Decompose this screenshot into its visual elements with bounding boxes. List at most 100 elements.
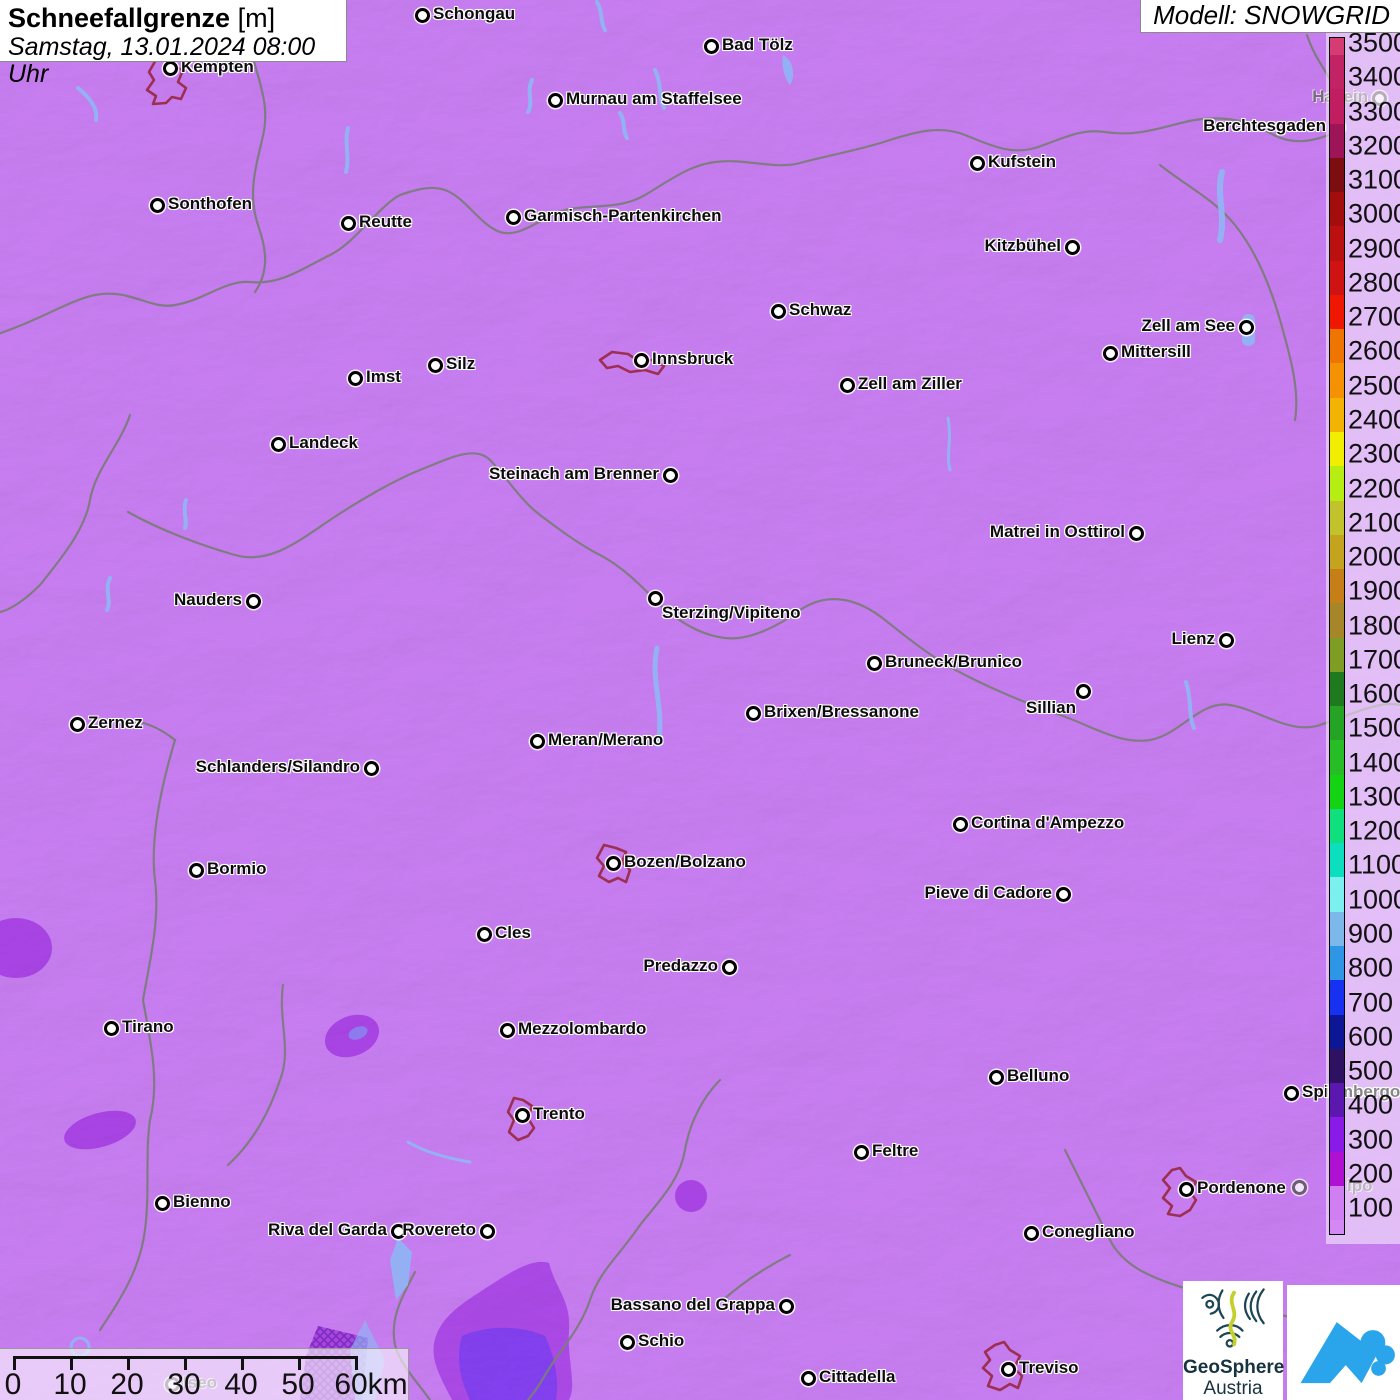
city-dot (480, 1224, 495, 1239)
city-label: Kitzbühel (984, 236, 1062, 255)
city-dot (854, 1145, 869, 1160)
title-unit: [m] (230, 3, 276, 33)
city-label: Garmisch-Partenkirchen (524, 206, 722, 225)
colorbar-value-label: 3300 (1348, 96, 1400, 127)
city-label: Conegliano (1042, 1222, 1135, 1241)
colorbar-value-label: 3100 (1348, 164, 1400, 195)
city-dot (530, 734, 545, 749)
colorbar-segment (1330, 1048, 1344, 1084)
city-label: Cittadella (819, 1367, 896, 1386)
city-label: Matrei in Osttirol (989, 522, 1125, 541)
city-dot (415, 8, 430, 23)
geosphere-logo-box: GeoSphere Austria (1183, 1281, 1285, 1400)
city-dot (271, 437, 286, 452)
colorbar-value-label: 2500 (1348, 370, 1400, 401)
city-label: Bozen/Bolzano (624, 852, 746, 871)
city-label: Imst (366, 367, 401, 386)
city-dot (1001, 1362, 1016, 1377)
colorbar-value-label: 1700 (1348, 644, 1400, 675)
city-dot (506, 210, 521, 225)
colorbar-value-label: 1200 (1348, 815, 1400, 846)
colorbar-value-label: 1400 (1348, 747, 1400, 778)
city-label: Zernez (88, 713, 143, 732)
colorbar-segment (1330, 55, 1344, 90)
colorbar-value-label: 3400 (1348, 61, 1400, 92)
city-dot (515, 1108, 530, 1123)
city-dot (1239, 320, 1254, 335)
model-box: Modell: SNOWGRID (1140, 0, 1400, 33)
city-dot (970, 156, 985, 171)
city-dot (348, 371, 363, 386)
city-dot (1076, 684, 1091, 699)
city-dot (548, 93, 563, 108)
city-label: Treviso (1019, 1358, 1079, 1377)
colorbar-labels: 35003400 3300320031003000 2900280027002600… (1348, 0, 1400, 1400)
colorbar-value-label: 200 (1348, 1158, 1394, 1189)
colorbar-value-label: 1000 (1348, 884, 1400, 915)
colorbar-segment (1330, 123, 1344, 158)
colorbar-value-label: 100 (1348, 1192, 1394, 1223)
city-label: Mezzolombardo (518, 1019, 647, 1038)
city-label: Zell am See (1141, 316, 1235, 335)
city-dot (746, 706, 761, 721)
colorbar-value-label: 2100 (1348, 507, 1400, 538)
colorbar-value-label: 700 (1348, 987, 1394, 1018)
city-dot (634, 353, 649, 368)
colorbar-value-label: 3000 (1348, 198, 1400, 229)
city-dot (663, 468, 678, 483)
mountain-logo-box (1287, 1285, 1400, 1400)
colorbar-segment (1330, 397, 1344, 432)
city-label: Lienz (1171, 629, 1215, 648)
colorbar-value-label: 1600 (1348, 678, 1400, 709)
colorbar-segment (1330, 569, 1344, 604)
city-label: Sterzing/Vipiteno (662, 603, 801, 622)
city-label: Murnau am Staffelsee (566, 89, 742, 108)
colorbar-value-label: 2600 (1348, 335, 1400, 366)
colorbar-segment (1330, 534, 1344, 570)
colorbar-value-label: 1100 (1348, 849, 1400, 880)
colorbar-segment (1330, 740, 1344, 775)
city-dot (722, 960, 737, 975)
city-dot (155, 1196, 170, 1211)
city-label: Sonthofen (168, 194, 253, 213)
city-label: Cles (495, 923, 531, 942)
colorbar-segment (1330, 843, 1344, 878)
city-dot (1065, 240, 1080, 255)
colorbar-value-label: 800 (1348, 952, 1394, 983)
colorbar-value-label: 2900 (1348, 233, 1400, 264)
geosphere-logo-name: GeoSphere (1183, 1357, 1285, 1378)
city-label: Brixen/Bressanone (764, 702, 919, 721)
colorbar-value-label: 600 (1348, 1021, 1394, 1052)
colorbar-value-label: 2400 (1348, 404, 1400, 435)
model-label: Modell: SNOWGRID (1153, 0, 1390, 30)
colorbar-segment (1330, 808, 1344, 844)
colorbar-segment (1330, 1220, 1344, 1234)
colorbar-segment (1330, 774, 1344, 809)
city-label: Berchtesgaden (1203, 116, 1326, 135)
city-dot (1024, 1226, 1039, 1241)
city-dot (989, 1070, 1004, 1085)
city-dot (1056, 887, 1071, 902)
city-label: Schlanders/Silandro (195, 757, 360, 776)
city-dot (189, 863, 204, 878)
colorbar-segment (1330, 1151, 1344, 1186)
colorbar-value-label: 3500 (1348, 27, 1400, 58)
city-label: Bassano del Grappa (610, 1295, 775, 1314)
colorbar-segment (1330, 329, 1344, 364)
city-label: Belluno (1007, 1066, 1070, 1085)
city-dot (801, 1371, 816, 1386)
city-label: Pordenone (1197, 1178, 1286, 1197)
city-label: Bruneck/Brunico (885, 652, 1022, 671)
colorbar-value-label: 1500 (1348, 712, 1400, 743)
page-title: Schneefallgrenze [m] (8, 3, 338, 34)
city-label: Sillian (1025, 698, 1076, 717)
city-dot (771, 304, 786, 319)
colorbar-segment (1330, 911, 1344, 947)
city-label: Zell am Ziller (858, 374, 962, 393)
city-dot (1284, 1086, 1299, 1101)
snowfall-map: Schongau Bad Tölz Kempten Murnau am Staffel… (0, 0, 1400, 1400)
colorbar-segment (1330, 294, 1344, 330)
colorbar-value-label: 2200 (1348, 473, 1400, 503)
city-dot (953, 817, 968, 832)
city-label: Reutte (359, 212, 412, 231)
